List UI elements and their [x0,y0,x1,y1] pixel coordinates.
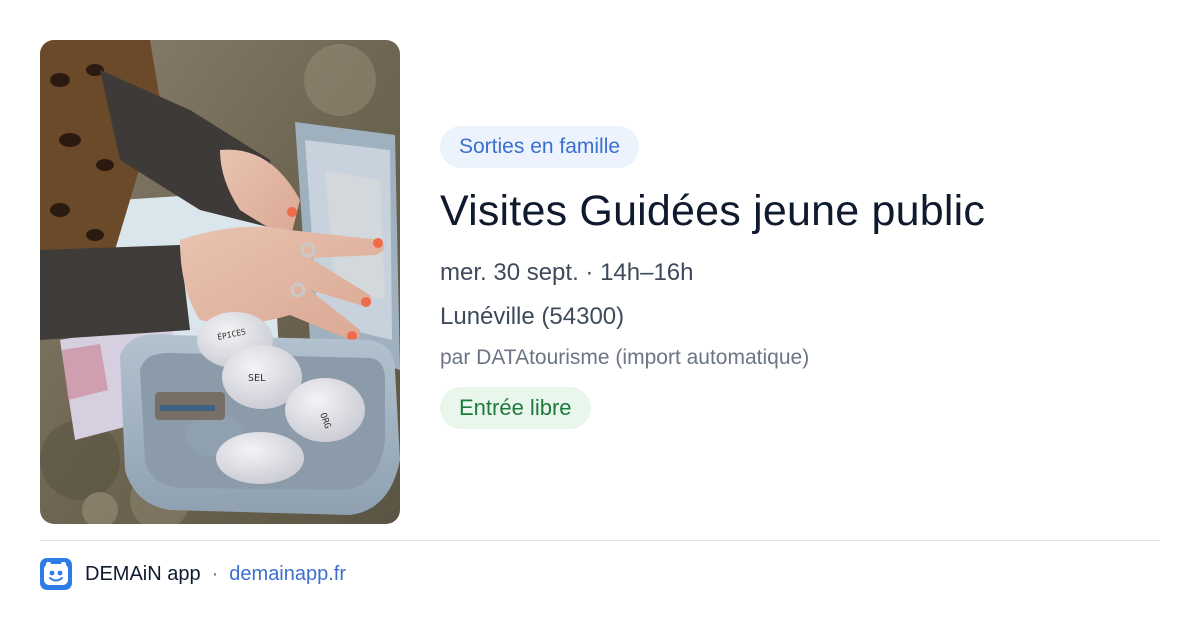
event-title: Visites Guidées jeune public [440,187,986,235]
event-date: mer. 30 sept. · 14h–16h [440,259,694,286]
event-photo-image: SEL ORG ÉPICES [40,40,400,524]
footer-separator: · [211,562,219,585]
event-location: Lunéville (54300) [440,303,625,330]
app-url-link[interactable]: demainapp.fr [229,563,346,586]
price-badge: Entrée libre [440,387,591,429]
jar-label-sel: SEL [248,373,266,384]
event-organizer: par DATAtourisme (import automatique) [440,346,810,369]
category-chip[interactable]: Sorties en famille [440,126,640,168]
event-info: Sorties en famille Visites Guidées jeune… [440,126,1160,429]
footer: DEMAiN app · demainapp.fr [40,557,346,591]
footer-divider [40,540,1160,541]
demain-app-logo-icon[interactable] [40,558,72,590]
app-name: DEMAiN app [85,562,201,585]
event-photo: SEL ORG ÉPICES [40,40,400,524]
